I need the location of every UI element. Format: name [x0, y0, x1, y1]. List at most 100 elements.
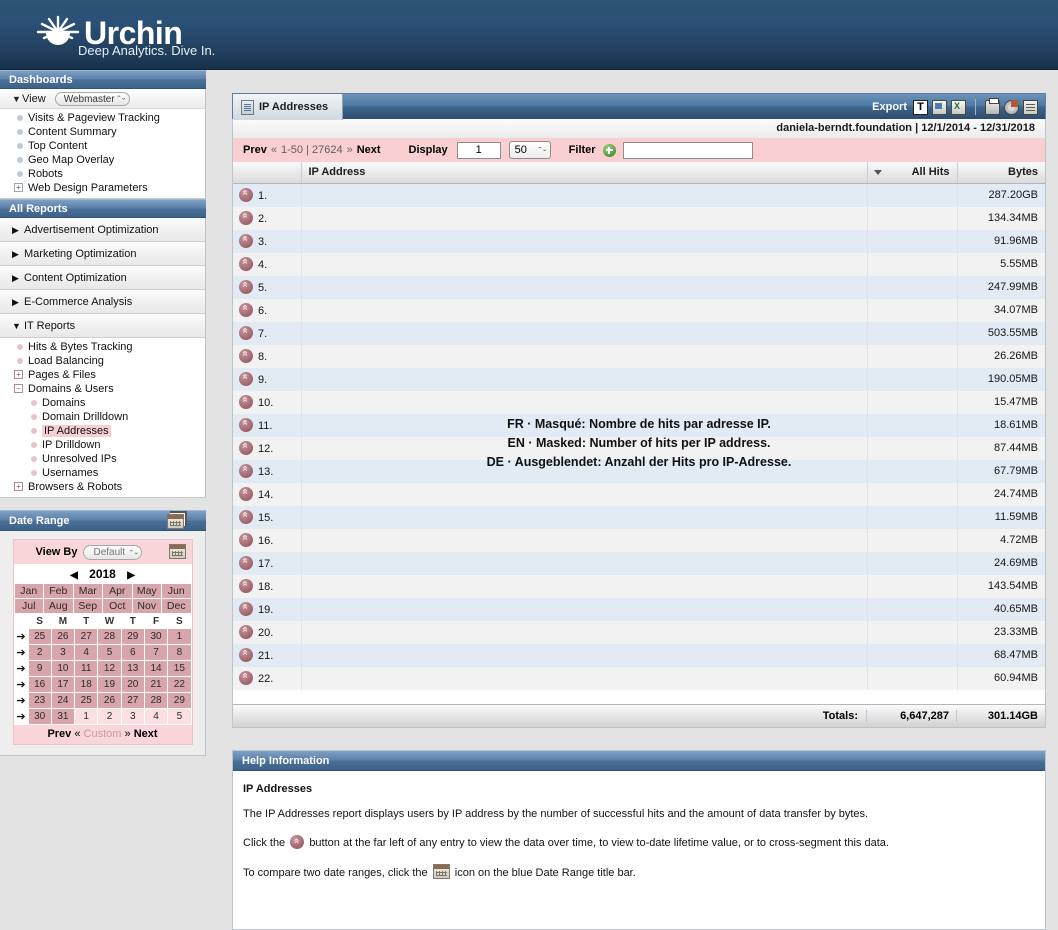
row-expand-cell[interactable]: 11.	[233, 413, 302, 437]
calendar-next-button[interactable]: Next	[134, 728, 158, 740]
calendar-day[interactable]: 10	[50, 660, 76, 677]
calendar-day[interactable]: 6	[120, 644, 145, 661]
row-expand-cell[interactable]: 5.	[233, 275, 302, 299]
sidebar-section-ecommerce-analysis[interactable]: ▶ E-Commerce Analysis	[0, 290, 205, 314]
row-expand-cell[interactable]: 16.	[233, 528, 302, 552]
prev-page-button[interactable]: Prev	[243, 144, 267, 156]
row-expand-cell[interactable]: 14.	[233, 482, 302, 506]
row-drilldown-icon[interactable]	[239, 441, 253, 455]
column-header-index[interactable]	[233, 162, 302, 184]
row-expand-cell[interactable]: 20.	[233, 620, 302, 644]
calendar-day[interactable]: 27	[74, 628, 99, 645]
row-expand-cell[interactable]: 10.	[233, 390, 302, 414]
next-chevron-icon[interactable]: »	[347, 144, 353, 156]
row-drilldown-icon[interactable]	[239, 533, 253, 547]
calendar-prev-chevron-icon[interactable]: «	[74, 728, 80, 740]
calendar-day[interactable]: 11	[74, 660, 99, 677]
row-drilldown-icon[interactable]	[239, 418, 253, 432]
calendar-day[interactable]: 5	[167, 708, 192, 725]
month-jun[interactable]: Jun	[161, 583, 192, 599]
sidebar-item-visits-pageview-tracking[interactable]: Visits & Pageview Tracking	[0, 111, 205, 125]
select-week-arrow-icon[interactable]: ➔	[13, 692, 29, 709]
dashboards-view-select[interactable]: Webmaster	[54, 92, 130, 106]
next-year-button[interactable]: ▶	[119, 570, 143, 581]
select-week-arrow-icon[interactable]: ➔	[13, 708, 29, 725]
filter-input[interactable]	[622, 141, 753, 159]
calendar-compare-icon[interactable]	[167, 514, 184, 529]
row-expand-cell[interactable]: 8.	[233, 344, 302, 368]
calendar-day[interactable]: 4	[74, 644, 99, 661]
row-drilldown-icon[interactable]	[239, 510, 253, 524]
row-drilldown-icon[interactable]	[239, 257, 253, 271]
sidebar-section-it-reports[interactable]: ▼ IT Reports	[0, 314, 205, 338]
month-feb[interactable]: Feb	[43, 583, 74, 599]
prev-year-button[interactable]: ◀	[62, 570, 86, 581]
select-week-arrow-icon[interactable]: ➔	[13, 676, 29, 693]
row-expand-cell[interactable]: 13.	[233, 459, 302, 483]
calendar-day[interactable]: 1	[167, 628, 192, 645]
pie-chart-add-icon[interactable]	[1004, 99, 1019, 115]
row-expand-cell[interactable]: 15.	[233, 505, 302, 529]
month-aug[interactable]: Aug	[43, 598, 74, 614]
report-table-scroll[interactable]: 1. 287.20GB 2. 134.34MB 3. 91.96MB 4. 5.55MB…	[233, 183, 1045, 704]
calendar-day[interactable]: 29	[167, 692, 192, 709]
export-text-icon[interactable]: T	[913, 99, 928, 115]
export-image-icon[interactable]	[932, 99, 947, 115]
display-start-input[interactable]: 1	[456, 141, 501, 159]
calendar-day[interactable]: 8	[167, 644, 192, 661]
export-excel-icon[interactable]	[951, 99, 966, 115]
calendar-day[interactable]: 16	[27, 676, 52, 693]
calendar-next-chevron-icon[interactable]: »	[125, 728, 131, 740]
report-schedule-icon[interactable]	[1023, 99, 1038, 115]
row-drilldown-icon[interactable]	[239, 625, 253, 639]
column-header-bytes[interactable]: Bytes	[957, 162, 1045, 184]
row-expand-cell[interactable]: 21.	[233, 643, 302, 667]
row-drilldown-icon[interactable]	[239, 303, 253, 317]
row-drilldown-icon[interactable]	[239, 464, 253, 478]
calendar-icon[interactable]	[168, 544, 186, 559]
calendar-day[interactable]: 26	[97, 692, 122, 709]
row-expand-cell[interactable]: 12.	[233, 436, 302, 460]
column-header-all-hits[interactable]: All Hits	[867, 162, 958, 184]
calendar-day[interactable]: 31	[50, 708, 76, 725]
sidebar-item-domains-users[interactable]: – Domains & Users	[0, 382, 205, 396]
month-jul[interactable]: Jul	[13, 598, 44, 614]
sidebar-item-domain-drilldown[interactable]: Domain Drilldown	[0, 410, 205, 424]
row-expand-cell[interactable]: 7.	[233, 321, 302, 345]
calendar-day[interactable]: 2	[97, 708, 122, 725]
calendar-day[interactable]: 24	[50, 692, 76, 709]
row-drilldown-icon[interactable]	[239, 487, 253, 501]
row-expand-cell[interactable]: 9.	[233, 367, 302, 391]
row-drilldown-icon[interactable]	[239, 280, 253, 294]
select-week-arrow-icon[interactable]: ➔	[13, 644, 29, 661]
month-apr[interactable]: Apr	[102, 583, 133, 599]
sidebar-section-marketing-optimization[interactable]: ▶ Marketing Optimization	[0, 242, 205, 266]
calendar-day[interactable]: 7	[143, 644, 169, 661]
sidebar-item-usernames[interactable]: Usernames	[0, 466, 205, 480]
calendar-day[interactable]: 29	[120, 628, 145, 645]
row-expand-cell[interactable]: 6.	[233, 298, 302, 322]
calendar-custom-button[interactable]: Custom	[84, 728, 122, 740]
print-icon[interactable]	[985, 97, 1000, 115]
calendar-day[interactable]: 2	[27, 644, 52, 661]
calendar-day[interactable]: 17	[50, 676, 76, 693]
prev-chevron-icon[interactable]: «	[271, 144, 277, 156]
calendar-day[interactable]: 30	[143, 628, 169, 645]
calendar-day[interactable]: 19	[97, 676, 122, 693]
calendar-day[interactable]: 9	[27, 660, 52, 677]
month-jan[interactable]: Jan	[13, 583, 44, 599]
row-expand-cell[interactable]: 22.	[233, 666, 302, 690]
rows-per-page-select[interactable]: 50	[508, 141, 551, 159]
calendar-day[interactable]: 13	[120, 660, 145, 677]
row-drilldown-icon[interactable]	[239, 602, 253, 616]
month-mar[interactable]: Mar	[72, 583, 103, 599]
calendar-day[interactable]: 30	[27, 708, 52, 725]
sidebar-item-pages-files[interactable]: + Pages & Files	[0, 368, 205, 382]
dashboards-view-row[interactable]: ▼View Webmaster	[0, 89, 205, 109]
sidebar-item-top-content[interactable]: Top Content	[0, 139, 205, 153]
row-expand-cell[interactable]: 19.	[233, 597, 302, 621]
row-drilldown-icon[interactable]	[239, 349, 253, 363]
next-page-button[interactable]: Next	[357, 144, 381, 156]
calendar-day[interactable]: 3	[50, 644, 76, 661]
add-filter-icon[interactable]	[602, 143, 616, 157]
